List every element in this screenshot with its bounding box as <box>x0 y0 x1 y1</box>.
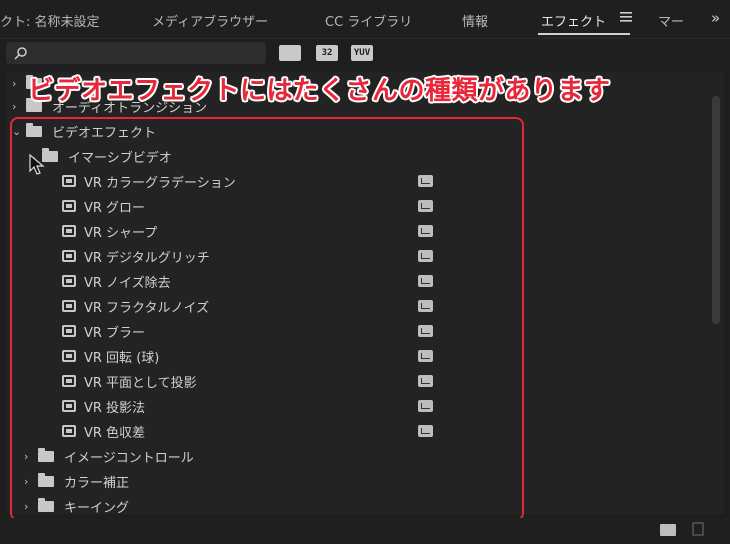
tab-effects[interactable]: エフェクト <box>541 11 606 30</box>
accelerated-effects-filter-button[interactable] <box>279 45 301 61</box>
panel-bottom-bar <box>0 518 730 544</box>
search-input[interactable] <box>6 42 266 64</box>
panel-tab-bar: クト: 名称未設定 メディアブラウザー CC ライブラリ 情報 エフェクト マー… <box>0 0 730 39</box>
trash-icon[interactable] <box>692 522 704 536</box>
panel-menu-icon[interactable] <box>620 12 632 22</box>
annotation-banner: ビデオエフェクトにはたくさんの種類があります <box>28 76 611 106</box>
tab-overflow-icon[interactable]: » <box>711 9 720 27</box>
tab-markers[interactable]: マー <box>658 11 684 30</box>
new-folder-icon[interactable] <box>660 524 676 536</box>
tab-project[interactable]: クト: 名称未設定 <box>0 11 100 30</box>
search-icon <box>14 47 27 60</box>
annotation-highlight-box <box>10 117 524 521</box>
vertical-scrollbar[interactable] <box>712 96 720 324</box>
tab-info[interactable]: 情報 <box>462 11 488 30</box>
yuv-filter-button[interactable]: YUV <box>351 45 373 61</box>
active-tab-underline <box>538 33 630 35</box>
tab-media-browser[interactable]: メディアブラウザー <box>152 11 268 30</box>
32bit-filter-button[interactable]: 32 <box>316 45 338 61</box>
mouse-cursor-icon <box>29 154 45 175</box>
tab-cc-libraries[interactable]: CC ライブラリ <box>325 11 412 30</box>
chevron-right-icon: › <box>12 76 17 90</box>
chevron-right-icon: › <box>12 99 17 113</box>
